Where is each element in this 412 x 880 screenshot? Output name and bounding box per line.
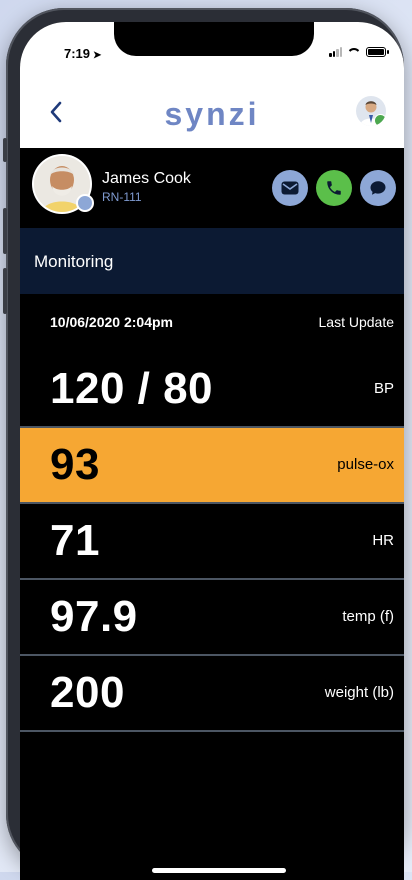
vital-value: 120 / 80: [50, 364, 214, 413]
navigation-bar: synzi: [20, 82, 404, 148]
vital-row-pulse-ox[interactable]: 93 pulse-ox: [20, 428, 404, 504]
wifi-icon: [347, 46, 361, 58]
call-button[interactable]: [316, 170, 352, 206]
vital-label: pulse-ox: [337, 456, 394, 473]
screen: 7:19 ➤ synzi James Cook RN-111 Monitorin…: [20, 22, 404, 880]
chat-button[interactable]: [360, 170, 396, 206]
vital-label: BP: [373, 380, 394, 397]
patient-id: RN-111: [102, 190, 142, 204]
cellular-signal-icon: [329, 47, 342, 57]
last-update-label: Last Update: [318, 314, 395, 330]
vital-value: 200: [50, 668, 125, 717]
vital-row-weight[interactable]: 200 weight (lb): [20, 656, 404, 732]
notch: [114, 22, 314, 56]
patient-status-badge: [76, 194, 94, 212]
status-bar: 7:19 ➤: [20, 22, 404, 82]
status-time: 7:19 ➤: [64, 46, 102, 61]
vital-value: 71: [50, 516, 100, 565]
silent-switch: [3, 138, 7, 162]
volume-down-button: [3, 268, 7, 314]
last-update-datetime: 10/06/2020 2:04pm: [50, 314, 173, 330]
online-status-dot: [374, 114, 386, 126]
brand-logo: synzi: [164, 96, 260, 132]
user-avatar[interactable]: [356, 96, 386, 126]
patient-name: James Cook: [102, 170, 191, 187]
phone-icon: [327, 181, 341, 195]
vital-row-temp[interactable]: 97.9 temp (f): [20, 580, 404, 656]
vital-label: HR: [372, 532, 394, 549]
phone-frame: 7:19 ➤ synzi James Cook RN-111 Monitorin…: [3, 8, 404, 880]
vital-label: temp (f): [342, 608, 394, 625]
volume-up-button: [3, 208, 7, 254]
section-title: Monitoring: [34, 252, 114, 271]
vital-row-hr[interactable]: 71 HR: [20, 504, 404, 580]
envelope-icon: [281, 181, 299, 195]
location-arrow-icon: ➤: [93, 50, 102, 61]
vital-value: 93: [50, 440, 100, 489]
vital-value: 97.9: [50, 592, 138, 641]
vital-row-bp[interactable]: 120 / 80 BP: [20, 352, 404, 428]
monitoring-section-bar: Monitoring: [20, 228, 404, 294]
status-icons: [329, 46, 389, 58]
last-update-row: 10/06/2020 2:04pm Last Update: [20, 294, 404, 354]
patient-header: James Cook RN-111: [20, 148, 404, 228]
chat-bubble-icon: [370, 181, 386, 195]
email-button[interactable]: [272, 170, 308, 206]
vital-label: weight (lb): [324, 684, 394, 701]
home-indicator[interactable]: [152, 868, 286, 873]
battery-icon: [366, 47, 389, 57]
